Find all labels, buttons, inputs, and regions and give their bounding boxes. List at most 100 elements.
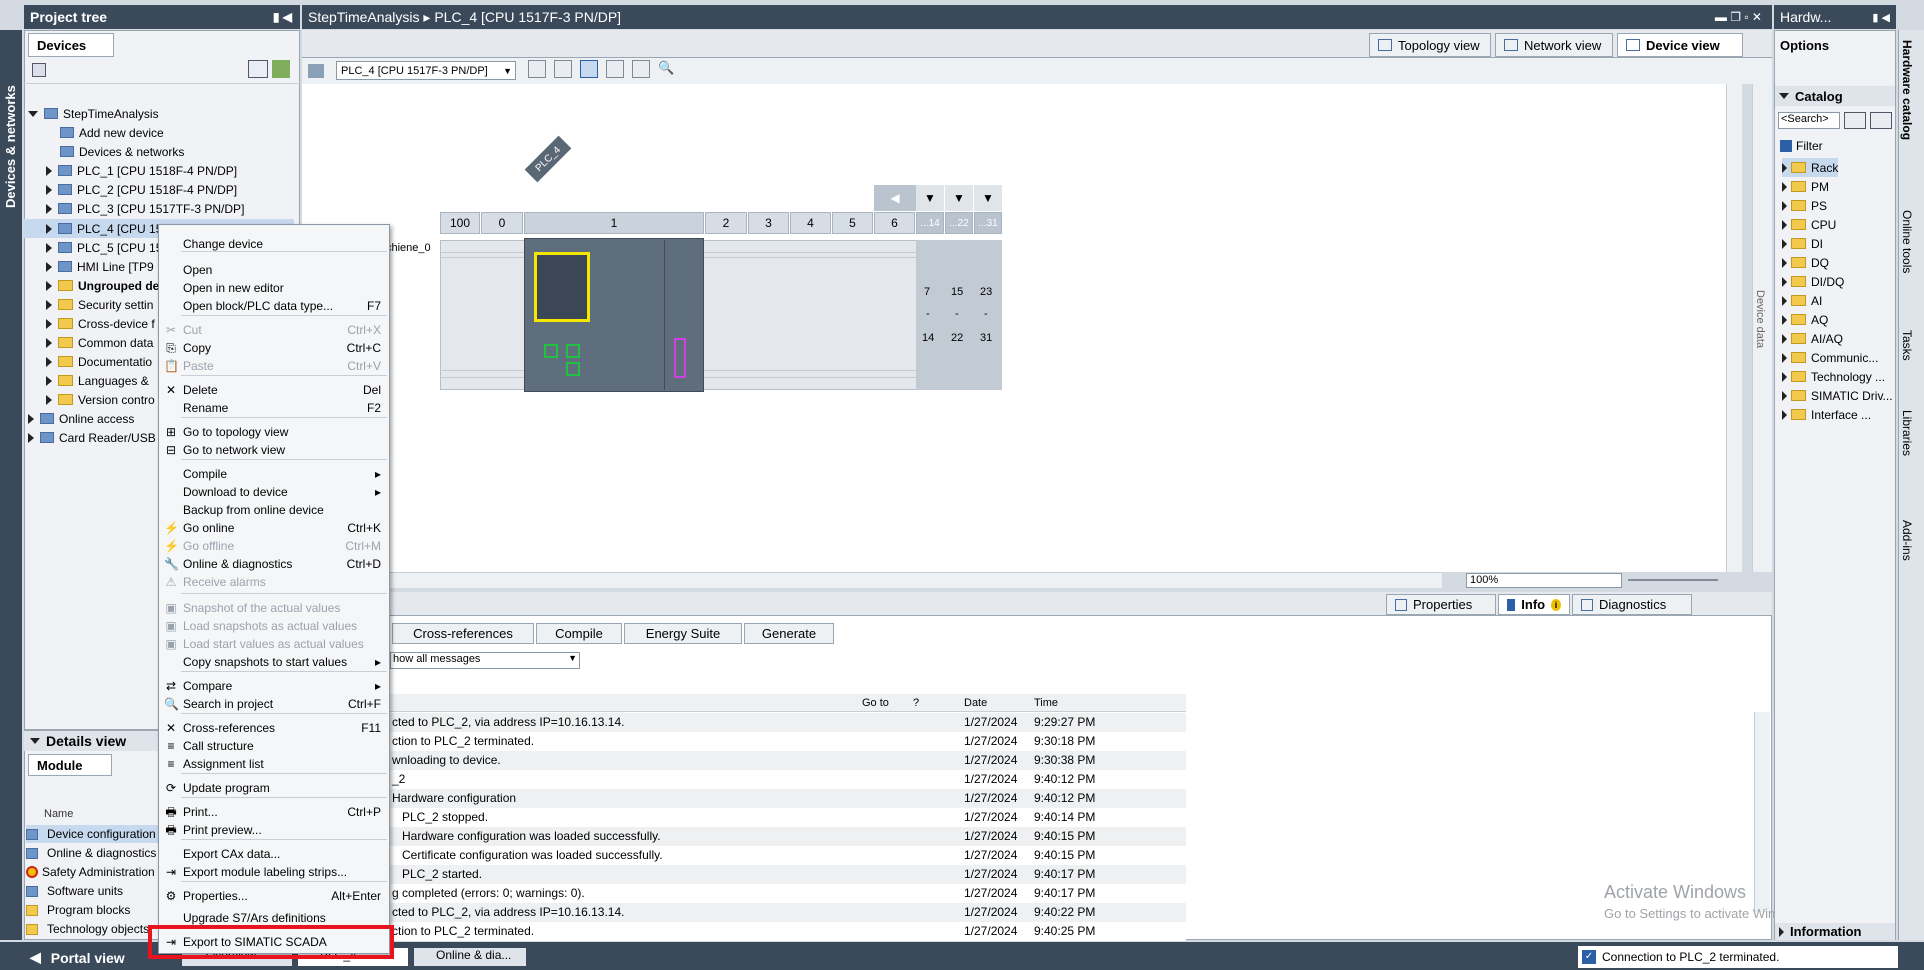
menu-item-assignment-list[interactable]: ≡ Assignment list <box>159 755 389 773</box>
menu-item-cross-references[interactable]: ✕ Cross-references F11 <box>159 719 389 737</box>
menu-item-change-device[interactable]: Change device <box>159 235 389 253</box>
properties-tab[interactable]: Properties <box>1386 594 1496 615</box>
catalog-item-ai[interactable]: AI <box>1782 291 1822 310</box>
details-row-technology-objects[interactable]: Technology objects <box>26 920 149 938</box>
tree-item-hmi[interactable]: HMI Line [TP9 <box>46 257 154 276</box>
catalog-item-rack[interactable]: Rack <box>1782 158 1839 177</box>
toolbar-icon[interactable] <box>632 60 650 78</box>
toolbar-pin-icon[interactable] <box>308 64 324 78</box>
side-tab-online-tools[interactable]: Online tools <box>1900 210 1914 320</box>
tree-item-plc3[interactable]: PLC_3 [CPU 1517TF-3 PN/DP] <box>46 199 244 218</box>
tree-item-devices-networks[interactable]: Devices & networks <box>60 142 184 161</box>
expand-icon[interactable] <box>1782 276 1787 287</box>
tab-compile[interactable]: Compile <box>536 623 622 644</box>
menu-item-export-cax-data[interactable]: Export CAx data... <box>159 845 389 863</box>
details-row-device-config[interactable]: Device configuration <box>26 825 166 843</box>
tree-item-plc1[interactable]: PLC_1 [CPU 1518F-4 PN/DP] <box>46 161 237 180</box>
expand-icon[interactable] <box>1782 371 1787 382</box>
vertical-scrollbar[interactable] <box>1726 84 1742 572</box>
details-row-program-blocks[interactable]: Program blocks <box>26 901 130 919</box>
rack-nav-left-icon[interactable]: ◀ <box>874 185 916 211</box>
toolbar-icon[interactable] <box>580 60 598 78</box>
catalog-item-ps[interactable]: PS <box>1782 196 1827 215</box>
details-row-software-units[interactable]: Software units <box>26 882 123 900</box>
horizontal-scrollbar[interactable] <box>302 572 1442 588</box>
information-header[interactable]: Information <box>1775 923 1895 940</box>
menu-item-copy[interactable]: ⎘ Copy Ctrl+C <box>159 339 389 357</box>
menu-item-go-to-topology-view[interactable]: ⊞ Go to topology view <box>159 423 389 441</box>
catalog-item-communic[interactable]: Communic... <box>1782 348 1878 367</box>
toolbar-icon[interactable] <box>606 60 624 78</box>
menu-item-search-in-project[interactable]: 🔍 Search in project Ctrl+F <box>159 695 389 713</box>
menu-item-download-to-device[interactable]: Download to device ▸ <box>159 483 389 501</box>
menu-item-go-online[interactable]: ⚡ Go online Ctrl+K <box>159 519 389 537</box>
side-tab-hardware-catalog[interactable]: Hardware catalog <box>1900 40 1914 180</box>
menu-item-backup-from-online-device[interactable]: Backup from online device <box>159 501 389 519</box>
search-down-icon[interactable] <box>1870 112 1892 129</box>
rack-expand-icon[interactable]: ▼ <box>974 185 1002 211</box>
tree-view-icon[interactable] <box>248 60 268 78</box>
zoom-icon[interactable]: 🔍 <box>658 60 680 78</box>
expand-icon[interactable] <box>1782 295 1787 306</box>
device-select-dropdown[interactable]: PLC_4 [CPU 1517F-3 PN/DP] ▼ <box>336 61 516 80</box>
menu-item-copy-snapshots-to-start-values[interactable]: Copy snapshots to start values ▸ <box>159 653 389 671</box>
device-view-tab[interactable]: Device view <box>1617 33 1743 57</box>
catalog-item-di-dq[interactable]: DI/DQ <box>1782 272 1844 291</box>
tree-item-ungrouped[interactable]: Ungrouped de <box>46 276 159 295</box>
tab-generate[interactable]: Generate <box>744 623 834 644</box>
menu-item-print[interactable]: 🖶 Print... Ctrl+P <box>159 803 389 821</box>
menu-item-delete[interactable]: ✕ Delete Del <box>159 381 389 399</box>
expand-icon[interactable] <box>1782 333 1787 344</box>
search-up-icon[interactable] <box>1844 112 1866 129</box>
info-tab[interactable]: Info i <box>1498 594 1570 615</box>
menu-item-open-in-new-editor[interactable]: Open in new editor <box>159 279 389 297</box>
rack-expand-icon[interactable]: ▼ <box>916 185 944 211</box>
message-filter-select[interactable]: how all messages ▼ <box>390 652 580 669</box>
details-row-safety[interactable]: Safety Administration <box>26 863 155 881</box>
tree-item-languages[interactable]: Languages & <box>46 371 149 390</box>
catalog-item-technology[interactable]: Technology ... <box>1782 367 1885 386</box>
side-tab-tasks[interactable]: Tasks <box>1900 330 1914 390</box>
menu-item-compile[interactable]: Compile ▸ <box>159 465 389 483</box>
module-tab[interactable]: Module <box>28 754 112 776</box>
topology-view-tab[interactable]: Topology view <box>1369 33 1491 57</box>
menu-item-update-program[interactable]: ⟳ Update program <box>159 779 389 797</box>
tree-item-add-device[interactable]: Add new device <box>60 123 164 142</box>
window-controls-icon[interactable]: ▬ ❐ ▫ ✕ <box>1715 10 1762 24</box>
zoom-slider[interactable] <box>1628 579 1718 581</box>
catalog-search-input[interactable]: <Search> <box>1778 112 1840 129</box>
expand-icon[interactable] <box>1782 409 1787 420</box>
expand-icon[interactable] <box>1782 219 1787 230</box>
menu-item-go-to-network-view[interactable]: ⊟ Go to network view <box>159 441 389 459</box>
tree-item-project[interactable]: StepTimeAnalysis <box>28 104 159 123</box>
catalog-section-header[interactable]: Catalog <box>1775 86 1895 106</box>
tree-item-security[interactable]: Security settin <box>46 295 153 314</box>
menu-item-call-structure[interactable]: ≡ Call structure <box>159 737 389 755</box>
expand-icon[interactable] <box>1782 238 1787 249</box>
tree-item-online-access[interactable]: Online access <box>28 409 134 428</box>
toolbar-icons[interactable]: 🔍 <box>528 60 696 80</box>
catalog-item-ai-aq[interactable]: AI/AQ <box>1782 329 1843 348</box>
collapse-icon[interactable]: ▮ ◀ <box>273 10 292 24</box>
side-tab-libraries[interactable]: Libraries <box>1900 410 1914 490</box>
catalog-item-aq[interactable]: AQ <box>1782 310 1828 329</box>
menu-item-online-diagnostics[interactable]: 🔧 Online & diagnostics Ctrl+D <box>159 555 389 573</box>
catalog-item-dq[interactable]: DQ <box>1782 253 1829 272</box>
catalog-item-di[interactable]: DI <box>1782 234 1823 253</box>
catalog-item-cpu[interactable]: CPU <box>1782 215 1836 234</box>
expand-icon[interactable] <box>1782 200 1787 211</box>
menu-item-properties[interactable]: ⚙ Properties... Alt+Enter <box>159 887 389 905</box>
tree-item-card-reader[interactable]: Card Reader/USB <box>28 428 156 447</box>
toolbar-icon[interactable] <box>528 60 546 78</box>
network-view-tab[interactable]: Network view <box>1495 33 1613 57</box>
menu-item-print-preview[interactable]: 🖶 Print preview... <box>159 821 389 839</box>
device-data-tab[interactable]: Device data <box>1754 290 1766 348</box>
message-scrollbar[interactable] <box>1754 712 1770 912</box>
details-row-online-diag[interactable]: Online & diagnostics <box>26 844 156 862</box>
tree-item-common-data[interactable]: Common data <box>46 333 153 352</box>
filter-checkbox[interactable]: Filter <box>1780 139 1823 153</box>
taskbar-online[interactable]: Online & dia... <box>414 948 526 966</box>
portal-view-button[interactable]: ◀ Portal view <box>30 949 125 966</box>
tree-toolbar-icon[interactable] <box>32 63 46 77</box>
menu-item-rename[interactable]: Rename F2 <box>159 399 389 417</box>
